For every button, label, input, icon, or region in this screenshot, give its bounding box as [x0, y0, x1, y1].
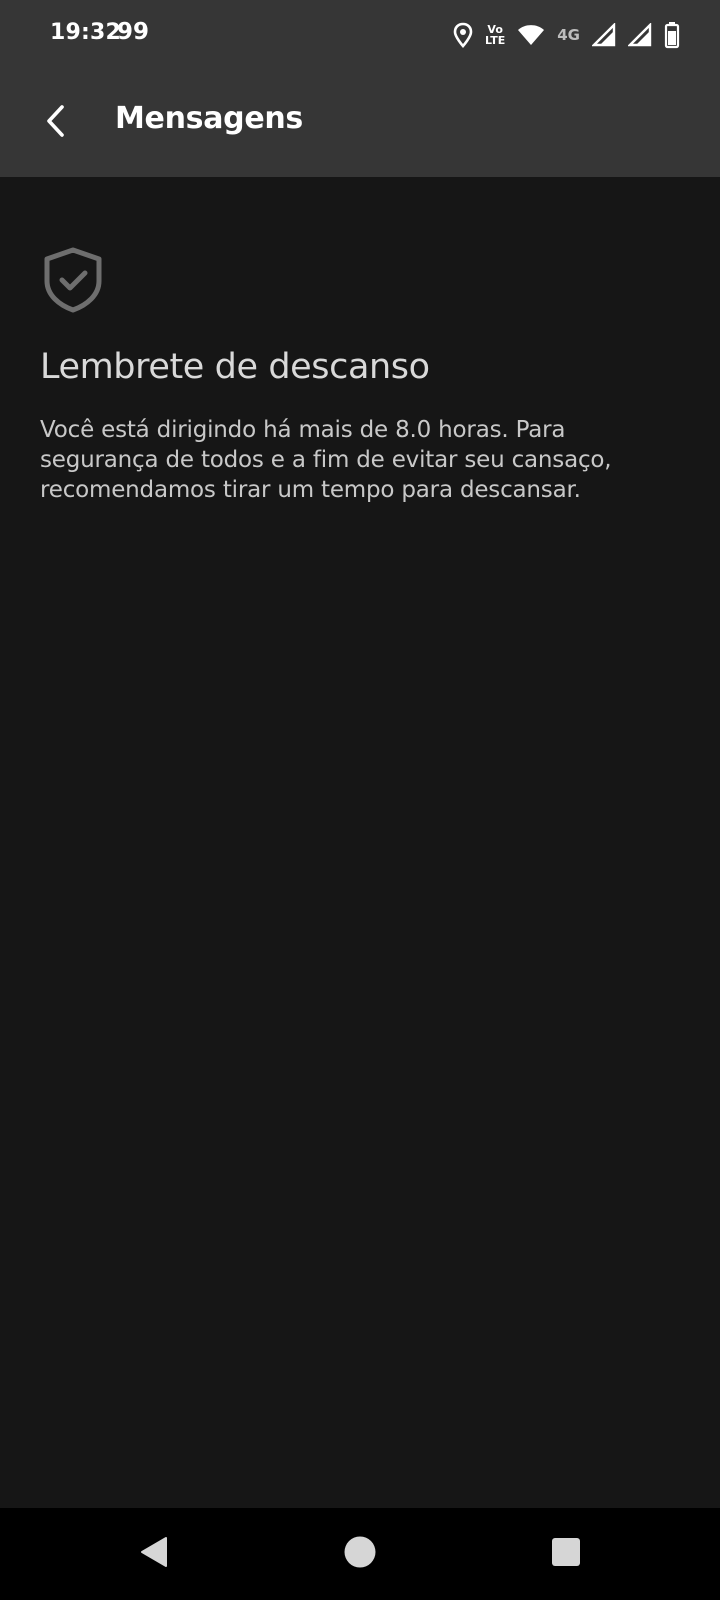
volte-icon: Vo LTE — [485, 24, 505, 46]
screen: 19:32 99 Vo LTE 4G Mensagens Lembrete de… — [0, 0, 720, 1600]
signal-icon — [592, 23, 616, 47]
status-time: 19:32 — [50, 20, 122, 45]
battery-icon — [664, 21, 680, 49]
message-body: Você está dirigindo há mais de 8.0 horas… — [40, 417, 612, 503]
app-bar: Mensagens — [0, 72, 720, 177]
signal-icon — [628, 23, 652, 47]
recents-square-icon — [551, 1537, 581, 1571]
nav-home-button[interactable] — [340, 1534, 380, 1574]
nav-back-button[interactable] — [134, 1534, 174, 1574]
navigation-bar — [0, 1508, 720, 1600]
back-triangle-icon — [138, 1535, 170, 1573]
message-title: Lembrete de descanso — [40, 347, 430, 387]
shield-check-icon — [43, 247, 103, 317]
nav-recents-button[interactable] — [546, 1534, 586, 1574]
chevron-left-icon — [43, 103, 67, 143]
volte-line2: LTE — [485, 34, 506, 47]
home-circle-icon — [343, 1535, 377, 1573]
status-bar: 19:32 99 Vo LTE 4G — [0, 0, 720, 72]
network-type: 4G — [557, 26, 580, 44]
back-button[interactable] — [30, 98, 80, 148]
status-icons: Vo LTE 4G — [453, 18, 680, 52]
top-bar: 19:32 99 Vo LTE 4G Mensagens — [0, 0, 720, 177]
notification-count: 99 — [117, 19, 150, 45]
wifi-icon — [517, 24, 545, 46]
location-icon — [453, 22, 473, 48]
page-title: Mensagens — [115, 101, 303, 136]
